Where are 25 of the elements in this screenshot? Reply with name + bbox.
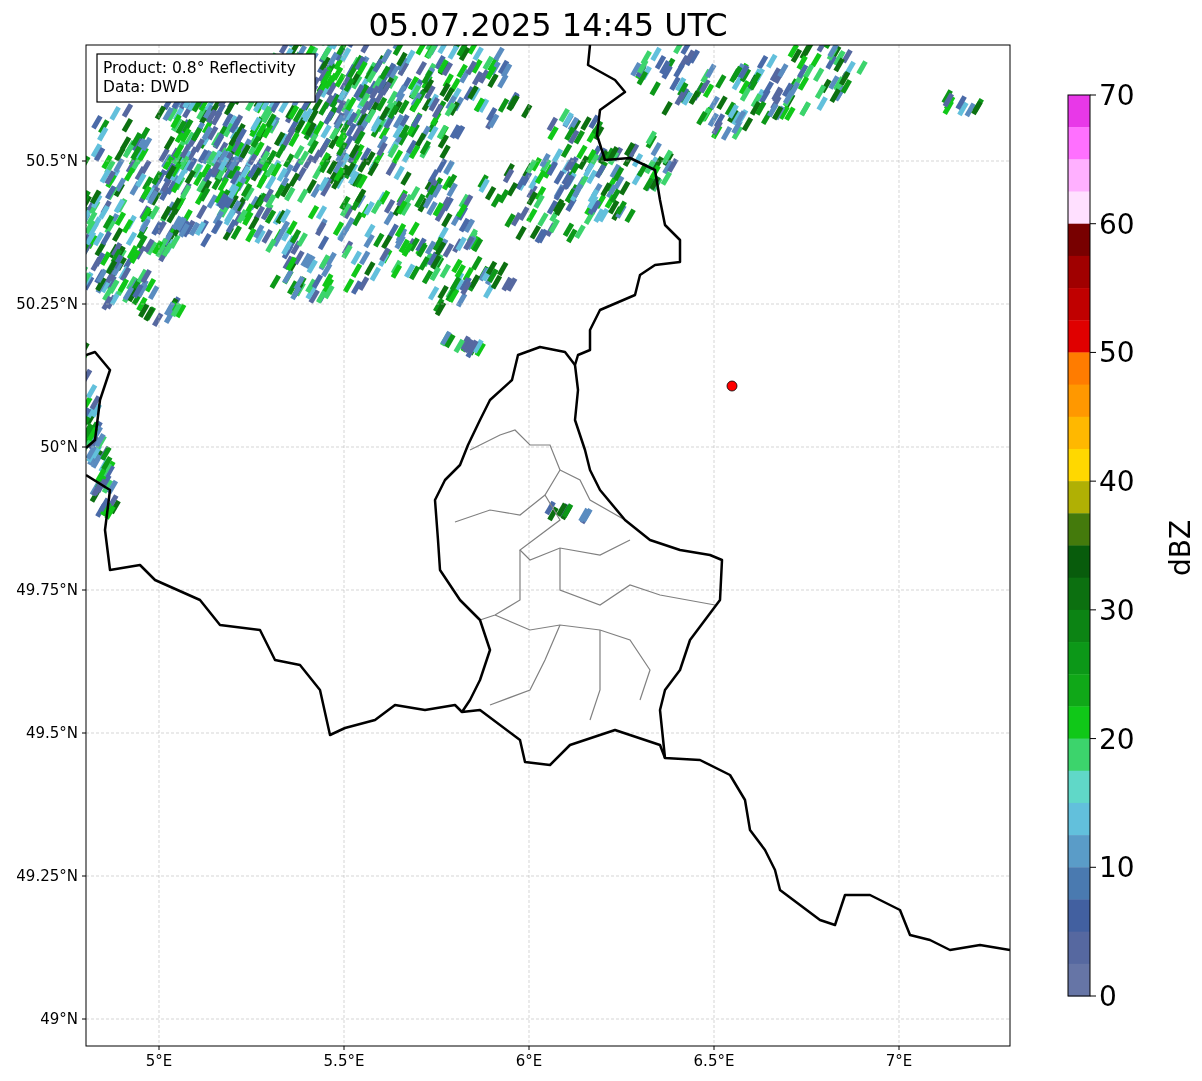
longitude-label: 5.5°E xyxy=(323,1052,365,1070)
latitude-label: 49.5°N xyxy=(25,724,78,742)
latitude-label: 49.25°N xyxy=(16,867,78,885)
colorbar-label: dBZ xyxy=(1164,519,1197,577)
radar-site-marker xyxy=(726,380,738,392)
info-text: Product: 0.8° Reflectivity xyxy=(103,59,296,77)
colorbar-tick-label: 0 xyxy=(1099,980,1117,1013)
colorbar-tick-label: 50 xyxy=(1099,336,1135,370)
colorbar-tick-label: 60 xyxy=(1099,207,1135,241)
latitude-label: 50.5°N xyxy=(25,152,78,170)
latitude-label: 49.75°N xyxy=(16,581,78,599)
longitude-label: 7°E xyxy=(885,1052,913,1070)
latitude-label: 50.25°N xyxy=(16,295,78,313)
map-title: 05.07.2025 14:45 UTC xyxy=(368,6,728,44)
latitude-label: 49°N xyxy=(40,1010,78,1028)
colorbar-tick-label: 40 xyxy=(1099,465,1135,499)
longitude-label: 6.5°E xyxy=(693,1052,735,1070)
colorbar-tick-label: 70 xyxy=(1099,79,1135,112)
info-text: Data: DWD xyxy=(103,78,190,96)
colorbar-tick-label: 30 xyxy=(1099,593,1135,627)
longitude-label: 5°E xyxy=(145,1052,173,1070)
longitude-label: 6°E xyxy=(515,1052,543,1070)
latitude-label: 50°N xyxy=(40,438,78,456)
colorbar-tick-label: 10 xyxy=(1099,851,1135,885)
colorbar-tick-label: 20 xyxy=(1099,722,1135,756)
